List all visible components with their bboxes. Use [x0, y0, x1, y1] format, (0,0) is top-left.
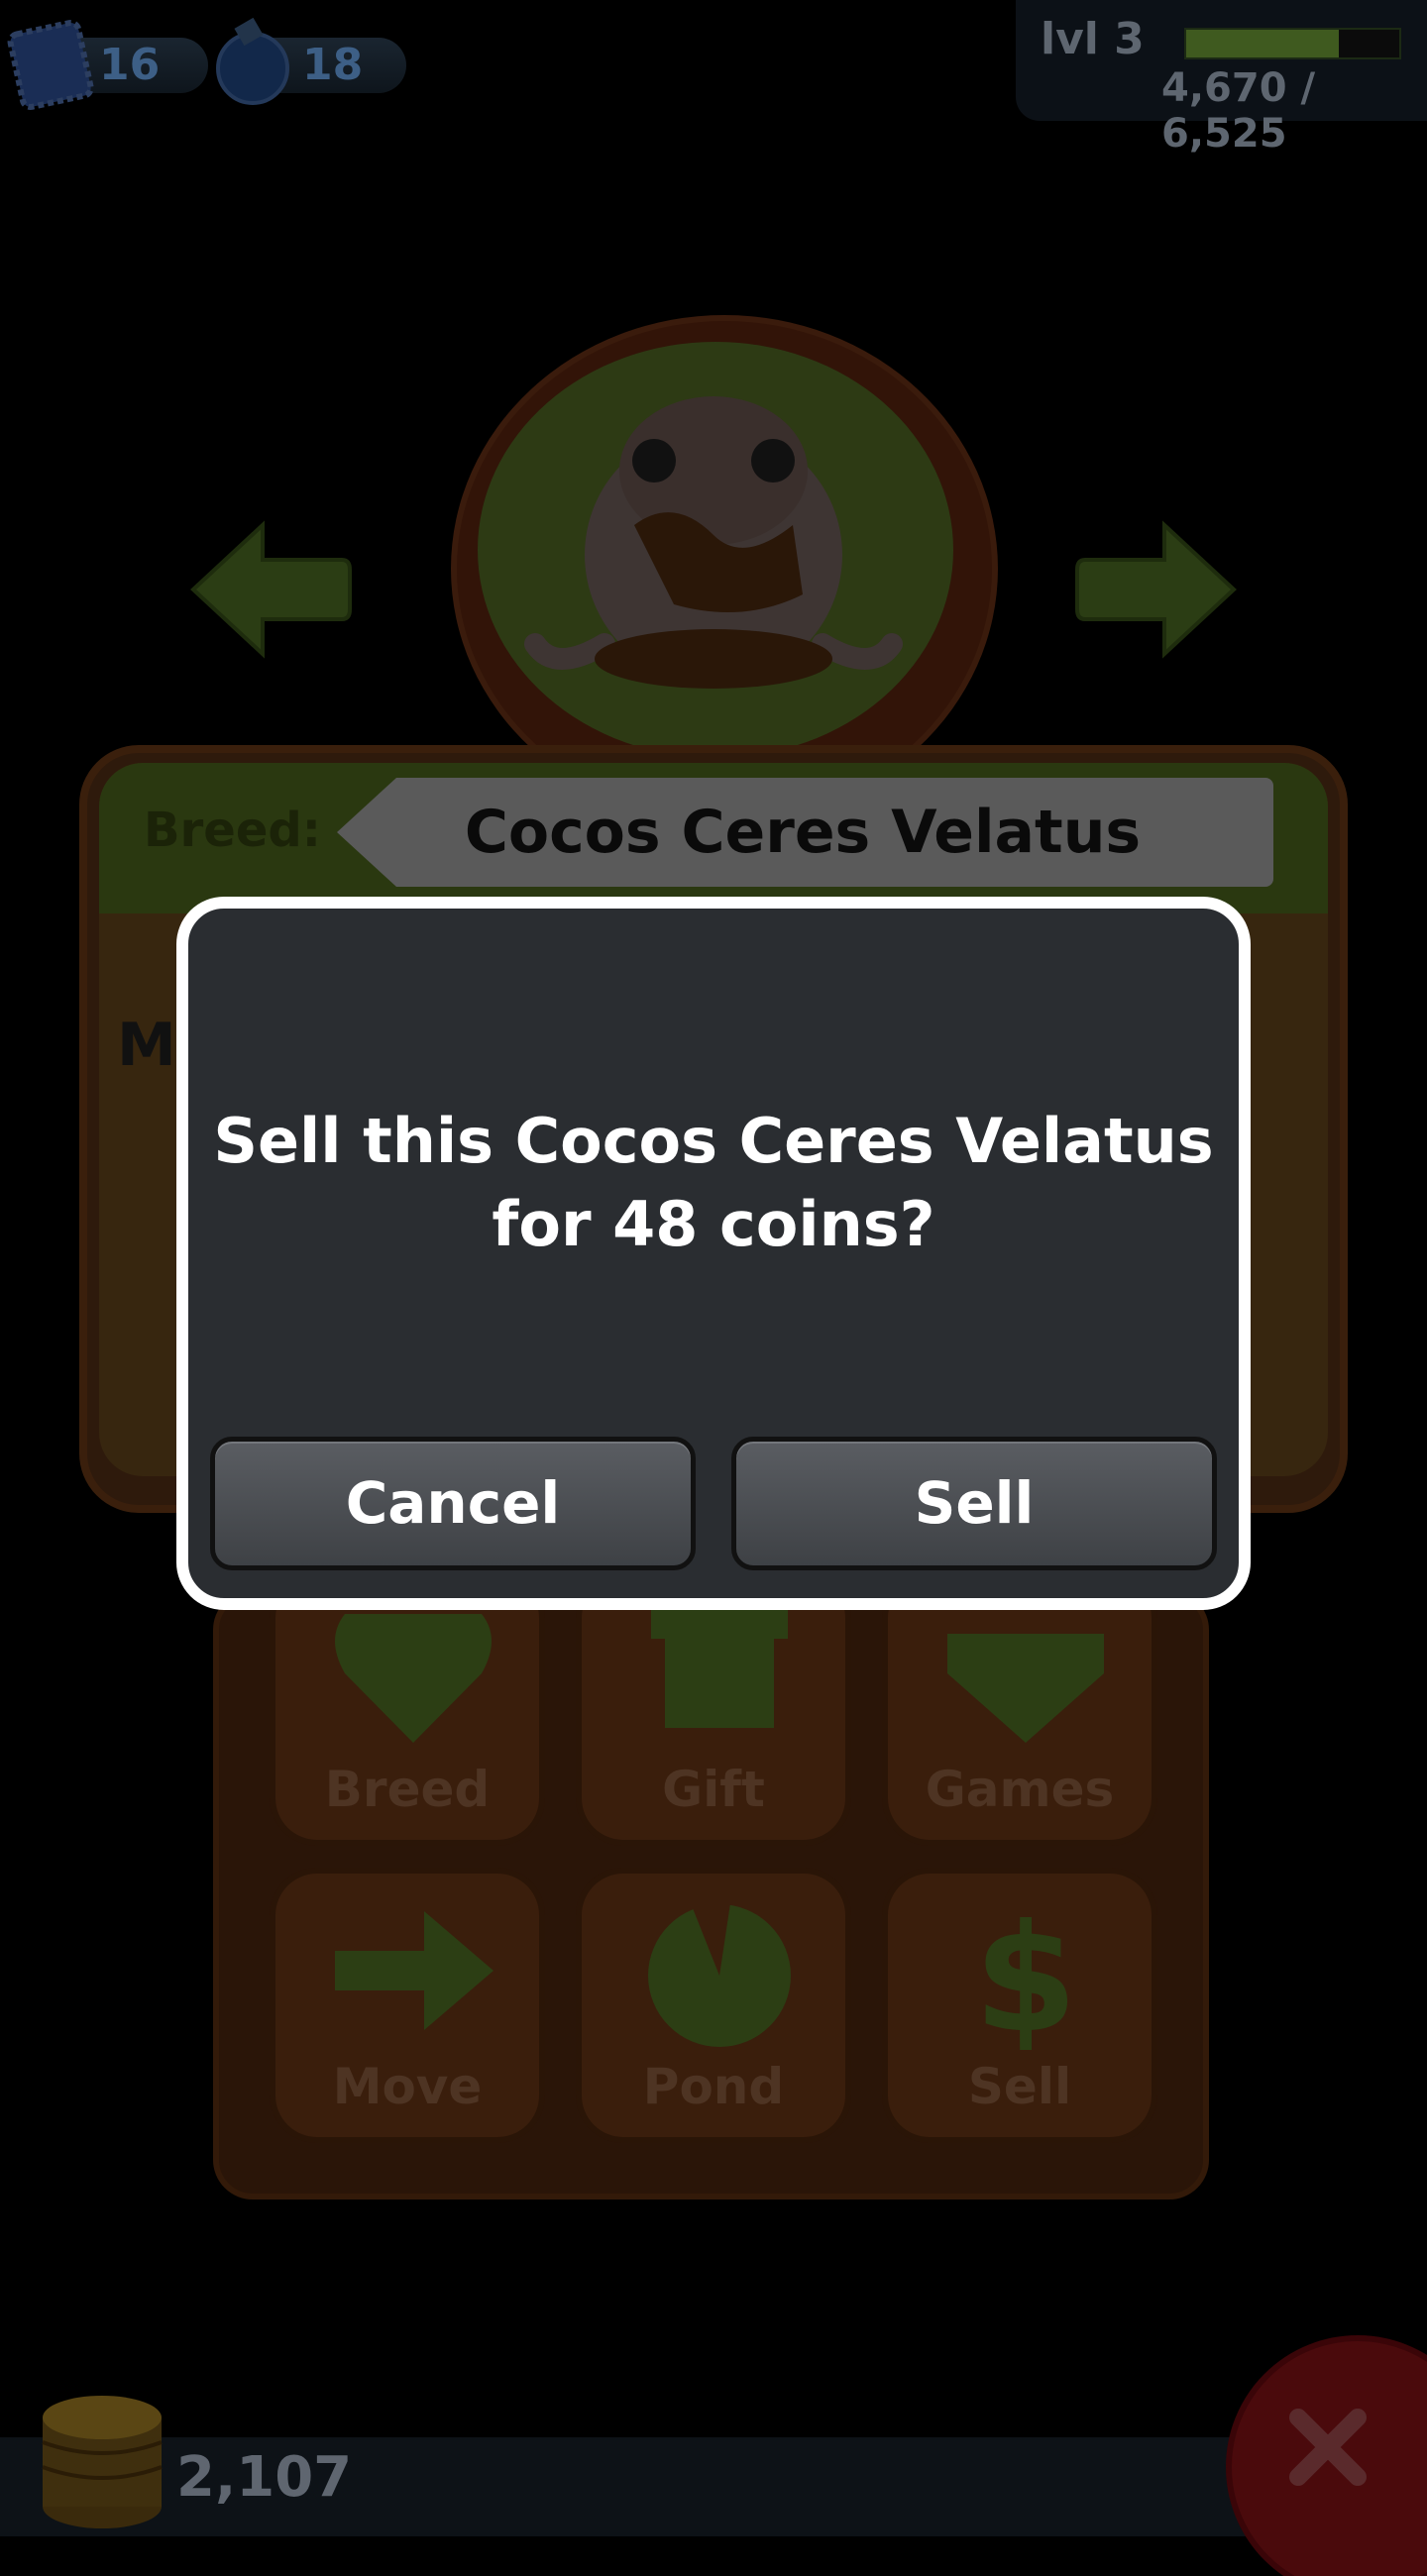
- lilypad-icon: [648, 1903, 791, 2047]
- move-action-label: Move: [332, 2058, 483, 2115]
- heart-icon: [335, 1614, 492, 1743]
- xp-progress-bar: [1184, 28, 1401, 59]
- coins-count: 2,107: [176, 2445, 353, 2510]
- dialog-message-line-1: Sell this Cocos Ceres Velatus: [213, 1105, 1214, 1177]
- gift-action-label: Gift: [662, 1761, 765, 1818]
- potion-icon: [216, 17, 289, 105]
- previous-frog-arrow[interactable]: [183, 515, 352, 664]
- breed-name: Cocos Ceres Velatus: [464, 798, 1142, 867]
- level-label: lvl 3: [1041, 14, 1145, 64]
- games-action-button[interactable]: Games: [882, 1570, 1157, 1846]
- xp-text: 4,670 / 6,525: [1161, 65, 1316, 157]
- pond-action-button[interactable]: Pond: [576, 1868, 851, 2143]
- move-action-button[interactable]: Move: [270, 1868, 545, 2143]
- gift-icon: [651, 1609, 788, 1728]
- dollar-icon: $: [974, 1893, 1077, 2050]
- partial-label: M: [117, 1011, 176, 1080]
- close-button[interactable]: [1209, 2318, 1427, 2576]
- xp-progress-fill: [1186, 30, 1339, 57]
- coin-stack-icon: [42, 2396, 163, 2528]
- cancel-button[interactable]: Cancel: [210, 1437, 696, 1570]
- spinning-top-icon: [947, 1634, 1104, 1743]
- sell-action-label: Sell: [967, 2058, 1072, 2115]
- breed-action-label: Breed: [324, 1761, 491, 1818]
- sell-button[interactable]: Sell: [731, 1437, 1217, 1570]
- pond-action-label: Pond: [642, 2058, 785, 2115]
- stamp-icon: [7, 20, 94, 110]
- frog-image: [524, 396, 903, 689]
- svg-text:$: $: [974, 1893, 1077, 2050]
- arrow-right-icon: [335, 1911, 494, 2030]
- sell-action-button[interactable]: $ Sell: [882, 1868, 1157, 2143]
- dialog-message: Sell this Cocos Ceres Velatus for 48 coi…: [198, 1100, 1229, 1266]
- breed-label: Breed:: [144, 803, 321, 858]
- stamps-count: 16: [99, 40, 161, 90]
- games-action-label: Games: [925, 1761, 1115, 1818]
- gift-action-button[interactable]: Gift: [576, 1570, 851, 1846]
- breed-action-button[interactable]: Breed: [270, 1570, 545, 1846]
- dialog-message-line-2: for 48 coins?: [492, 1188, 935, 1260]
- next-frog-arrow[interactable]: [1075, 515, 1244, 664]
- potions-count: 18: [302, 40, 364, 90]
